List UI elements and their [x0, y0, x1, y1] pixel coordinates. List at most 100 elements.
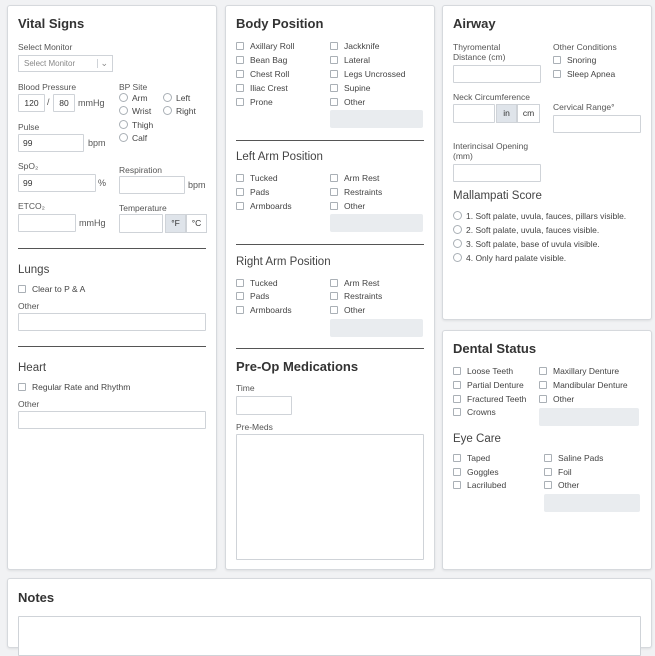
eye-care-option[interactable]: Saline Pads [544, 453, 603, 463]
snoring-checkbox[interactable]: Snoring [553, 55, 596, 65]
checkbox-icon [330, 279, 338, 287]
left-arm-option[interactable]: Restraints [330, 187, 382, 197]
eye-care-option[interactable]: Foil [544, 467, 572, 477]
heart-regular-checkbox[interactable]: Regular Rate and Rhythm [18, 382, 130, 392]
neck-unit-cm[interactable]: cm [517, 104, 540, 123]
bp-site-calf[interactable]: Calf [119, 133, 147, 143]
select-monitor-dropdown[interactable]: Select Monitor ⌄ [18, 55, 113, 72]
body-position-option[interactable]: Prone [236, 97, 273, 107]
bp-site-thigh[interactable]: Thigh [119, 120, 153, 130]
dental-option[interactable]: Other [539, 394, 574, 404]
radio-icon [119, 106, 128, 115]
lungs-other-input[interactable] [18, 313, 206, 331]
bp-systolic-input[interactable]: 120 [18, 94, 45, 112]
eye-care-title: Eye Care [453, 433, 501, 445]
neck-circumference-input[interactable] [453, 104, 495, 123]
body-position-option[interactable]: Iliac Crest [236, 83, 288, 93]
dental-option[interactable]: Partial Denture [453, 380, 524, 390]
eye-care-option[interactable]: Taped [453, 453, 490, 463]
left-arm-option[interactable]: Tucked [236, 173, 278, 183]
body-position-option[interactable]: Other [330, 97, 365, 107]
bp-site-left[interactable]: Left [163, 93, 190, 103]
mallampati-option-3[interactable]: 3. Soft palate, base of uvula visible. [453, 239, 600, 249]
left-arm-option[interactable]: Arm Rest [330, 173, 379, 183]
heart-other-input[interactable] [18, 411, 206, 429]
checkbox-icon [453, 454, 461, 462]
dental-option[interactable]: Maxillary Denture [539, 366, 619, 376]
body-position-option[interactable]: Bean Bag [236, 55, 287, 65]
checkbox-icon [539, 381, 547, 389]
dental-option[interactable]: Fractured Teeth [453, 394, 526, 404]
interincisal-label-line2: (mm) [453, 151, 473, 161]
neck-unit-in[interactable]: in [496, 104, 517, 123]
pulse-input[interactable]: 99 [18, 134, 84, 152]
eye-care-option[interactable]: Goggles [453, 467, 499, 477]
bp-site-wrist[interactable]: Wrist [119, 106, 151, 116]
preop-time-input[interactable] [236, 396, 292, 415]
notes-textarea[interactable] [18, 616, 641, 656]
right-arm-option[interactable]: Armboards [236, 305, 292, 315]
body-position-option[interactable]: Chest Roll [236, 69, 289, 79]
eye-care-other-input[interactable] [544, 494, 640, 512]
interincisal-input[interactable] [453, 164, 541, 182]
respiration-input[interactable] [119, 176, 185, 194]
left-arm-option[interactable]: Pads [236, 187, 269, 197]
etco2-unit: mmHg [79, 218, 106, 228]
eye-care-option[interactable]: Other [544, 480, 579, 490]
bp-site-right[interactable]: Right [163, 106, 196, 116]
airway-card: Airway Thyromental Distance (cm) Other C… [442, 5, 652, 320]
left-arm-option[interactable]: Armboards [236, 201, 292, 211]
bp-diastolic-input[interactable]: 80 [53, 94, 75, 112]
checkbox-icon [553, 70, 561, 78]
dental-other-input[interactable] [539, 408, 639, 426]
mallampati-option-4[interactable]: 4. Only hard palate visible. [453, 253, 566, 263]
bp-site-arm[interactable]: Arm [119, 93, 148, 103]
checkbox-icon [453, 468, 461, 476]
etco2-input[interactable] [18, 214, 76, 232]
checkbox-icon [453, 408, 461, 416]
premeds-textarea[interactable] [236, 434, 424, 560]
body-position-option[interactable]: Jackknife [330, 41, 379, 51]
right-arm-option[interactable]: Restraints [330, 291, 382, 301]
right-arm-option[interactable]: Other [330, 305, 365, 315]
mallampati-option-2[interactable]: 2. Soft palate, uvula, fauces visible. [453, 225, 599, 235]
lungs-clear-checkbox[interactable]: Clear to P & A [18, 284, 85, 294]
other-conditions-label: Other Conditions [553, 42, 617, 52]
right-arm-option[interactable]: Tucked [236, 278, 278, 288]
dropdown-divider [97, 59, 98, 68]
temp-unit-fahrenheit[interactable]: °F [165, 214, 186, 233]
thyromental-input[interactable] [453, 65, 541, 83]
body-position-option[interactable]: Lateral [330, 55, 370, 65]
spo2-label: SpO₂ [18, 161, 39, 171]
eye-care-option[interactable]: Lacrilubed [453, 480, 506, 490]
temp-unit-celsius[interactable]: °C [186, 214, 207, 233]
right-arm-other-input[interactable] [330, 319, 423, 337]
thyromental-label-line1: Thyromental [453, 42, 501, 52]
temperature-input[interactable] [119, 214, 163, 233]
left-arm-option[interactable]: Other [330, 201, 365, 211]
spo2-input[interactable]: 99 [18, 174, 96, 192]
radio-icon [453, 225, 462, 234]
right-arm-option[interactable]: Arm Rest [330, 278, 379, 288]
checkbox-icon [330, 202, 338, 210]
body-position-option[interactable]: Axillary Roll [236, 41, 294, 51]
interincisal-label-line1: Interincisal Opening [453, 141, 529, 151]
body-position-option[interactable]: Supine [330, 83, 370, 93]
dental-option[interactable]: Loose Teeth [453, 366, 513, 376]
cervical-range-input[interactable] [553, 115, 641, 133]
checkbox-icon [330, 292, 338, 300]
radio-icon [163, 93, 172, 102]
chevron-down-icon: ⌄ [100, 58, 108, 68]
left-arm-other-input[interactable] [330, 214, 423, 232]
checkbox-icon [236, 188, 244, 196]
temperature-label: Temperature [119, 203, 167, 213]
checkbox-icon [236, 98, 244, 106]
body-position-option[interactable]: Legs Uncrossed [330, 69, 405, 79]
mallampati-option-1[interactable]: 1. Soft palate, uvula, fauces, pillars v… [453, 211, 626, 221]
sleep-apnea-checkbox[interactable]: Sleep Apnea [553, 69, 615, 79]
dental-option[interactable]: Mandibular Denture [539, 380, 628, 390]
dental-option[interactable]: Crowns [453, 407, 496, 417]
interincisal-label: Interincisal Opening (mm) [453, 141, 528, 161]
body-position-other-input[interactable] [330, 110, 423, 128]
right-arm-option[interactable]: Pads [236, 291, 269, 301]
